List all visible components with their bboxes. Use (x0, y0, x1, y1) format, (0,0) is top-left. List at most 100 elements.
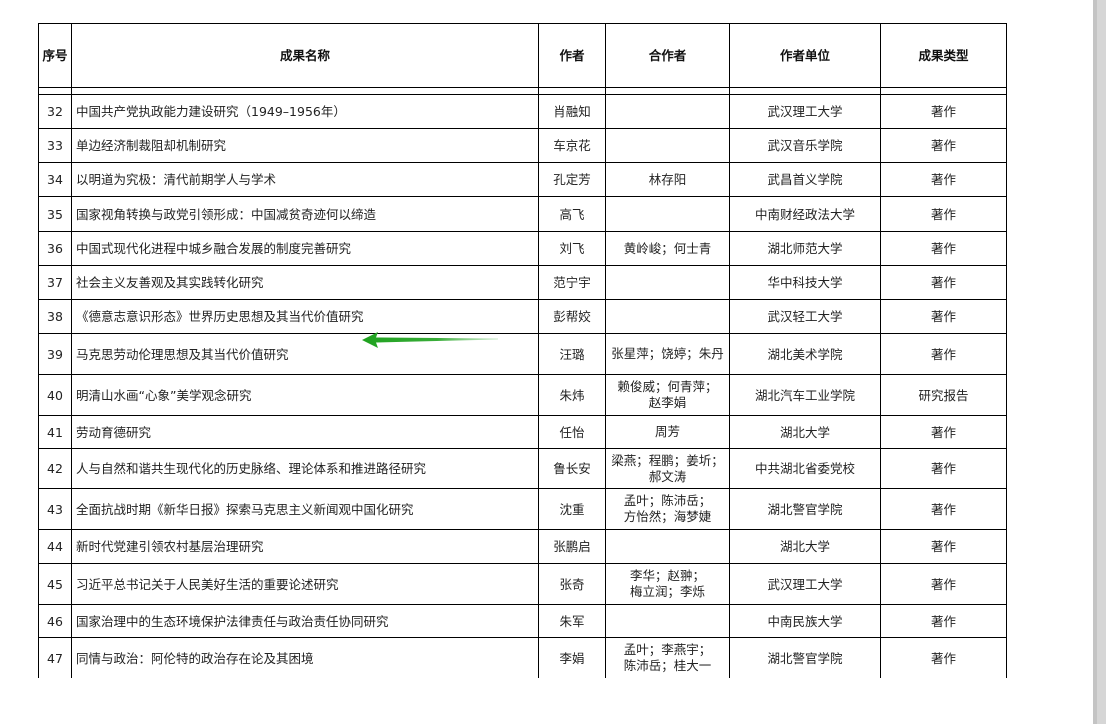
cell-type: 著作 (880, 333, 1007, 375)
cell-unit: 湖北汽车工业学院 (729, 374, 881, 416)
cell-title: 明清山水画“心象”美学观念研究 (71, 374, 539, 416)
coauthor-line: 梁燕；程鹏；姜圻； (611, 452, 724, 468)
cell-coauthors (605, 94, 730, 129)
table-row: 33 单边经济制裁阻却机制研究 车京花 武汉音乐学院 著作 (38, 128, 1007, 163)
coauthor-line: 赵李娟 (648, 395, 687, 410)
cell-type: 著作 (880, 299, 1007, 334)
table-row: 47 同情与政治：阿伦特的政治存在论及其困境 李娟 孟叶；李燕宇； 陈沛岳；桂大一 湖北警… (38, 637, 1007, 678)
cell-unit: 武昌首义学院 (729, 162, 881, 197)
cell-title: 单边经济制裁阻却机制研究 (71, 128, 539, 163)
coauthor-line: 陈沛岳；桂大一 (623, 658, 712, 673)
cell-unit: 湖北警官学院 (729, 637, 881, 678)
cell-index: 36 (38, 231, 72, 266)
cell-index: 38 (38, 299, 72, 334)
cell-type: 著作 (880, 637, 1007, 678)
cell-title: 《德意志意识形态》世界历史思想及其当代价值研究 (71, 299, 539, 334)
table-row: 39 马克思劳动伦理思想及其当代价值研究 汪璐 张星萍；饶婷；朱丹 湖北美术学院 著作 (38, 333, 1007, 375)
coauthor-line: 赖俊威；何青萍； (617, 379, 718, 394)
cell-type: 研究报告 (880, 374, 1007, 416)
cell-coauthors (605, 529, 730, 564)
cell-unit: 中南财经政法大学 (729, 196, 881, 232)
cell-title: 社会主义友善观及其实践转化研究 (71, 265, 539, 300)
cell-index: 37 (38, 265, 72, 300)
table-row: 36 中国式现代化进程中城乡融合发展的制度完善研究 刘飞 黄岭峻；何士青 湖北师范大学著… (38, 231, 1007, 266)
cell-author: 肖融知 (538, 94, 606, 129)
cell-author: 张鹏启 (538, 529, 606, 564)
cell-title: 同情与政治：阿伦特的政治存在论及其困境 (71, 637, 539, 678)
cell-author: 孔定芳 (538, 162, 606, 197)
table-row: 41 劳动育德研究 任怡 周芳 湖北大学 著作 (38, 415, 1007, 449)
cell-unit: 湖北师范大学 (729, 231, 881, 266)
cell-type: 著作 (880, 529, 1007, 564)
cell-title: 劳动育德研究 (71, 415, 539, 449)
table-row: 35 国家视角转换与政党引领形成：中国减贫奇迹何以缔造 高飞 中南财经政法大学 著作 (38, 196, 1007, 232)
vertical-scrollbar[interactable] (1093, 0, 1106, 724)
cell-unit: 湖北警官学院 (729, 488, 881, 530)
cell-title: 国家视角转换与政党引领形成：中国减贫奇迹何以缔造 (71, 196, 539, 232)
cell-coauthors: 黄岭峻；何士青 (605, 231, 730, 266)
table-row: 32 中国共产党执政能力建设研究（1949–1956年） 肖融知 武汉理工大学 著作 (38, 94, 1007, 129)
cell-author: 车京花 (538, 128, 606, 163)
header-unit: 作者单位 (729, 23, 881, 88)
cell-author: 范宁宇 (538, 265, 606, 300)
cell-author: 朱军 (538, 604, 606, 638)
table-row: 38 《德意志意识形态》世界历史思想及其当代价值研究 彭帮姣 武汉轻工大学 著作 (38, 299, 1007, 334)
cell-author: 任怡 (538, 415, 606, 449)
cell-title: 全面抗战时期《新华日报》探索马克思主义新闻观中国化研究 (71, 488, 539, 530)
cell-unit: 中共湖北省委党校 (729, 448, 881, 489)
cell-coauthors: 孟叶；陈沛岳； 方怡然；海梦婕 (605, 488, 730, 530)
table-row: 46 国家治理中的生态环境保护法律责任与政治责任协同研究 朱军 中南民族大学 著作 (38, 604, 1007, 638)
cell-coauthors (605, 299, 730, 334)
cell-coauthors: 孟叶；李燕宇； 陈沛岳；桂大一 (605, 637, 730, 678)
cell-title: 新时代党建引领农村基层治理研究 (71, 529, 539, 564)
coauthor-line: 林存阳 (648, 171, 687, 187)
cell-coauthors (605, 265, 730, 300)
cell-coauthors (605, 196, 730, 232)
cell-coauthors: 周芳 (605, 415, 730, 449)
coauthor-line: 孟叶；李燕宇； (623, 642, 712, 657)
cell-author: 张奇 (538, 563, 606, 605)
table-row: 37 社会主义友善观及其实践转化研究 范宁宇 华中科技大学 著作 (38, 265, 1007, 300)
table-row: 40 明清山水画“心象”美学观念研究 朱炜 赖俊威；何青萍； 赵李娟 湖北汽车工业学院 研究… (38, 374, 1007, 416)
cell-author: 李娟 (538, 637, 606, 678)
coauthor-line: 张星萍；饶婷；朱丹 (611, 346, 724, 361)
cell-unit: 武汉轻工大学 (729, 299, 881, 334)
cell-author: 刘飞 (538, 231, 606, 266)
table-body: 32 中国共产党执政能力建设研究（1949–1956年） 肖融知 武汉理工大学 著作 33… (38, 94, 1007, 678)
cell-author: 朱炜 (538, 374, 606, 416)
table-row: 45 习近平总书记关于人民美好生活的重要论述研究 张奇 李华；赵翀； 梅立润；李烁 武汉理… (38, 563, 1007, 605)
cell-type: 著作 (880, 604, 1007, 638)
cell-index: 45 (38, 563, 72, 605)
document-page: 序号 成果名称 作者 合作者 作者单位 成果类型 32 中国共产党执政能力建设研究… (0, 0, 1093, 724)
coauthor-line: 孟叶；陈沛岳； (623, 493, 712, 508)
cell-title: 中国式现代化进程中城乡融合发展的制度完善研究 (71, 231, 539, 266)
cell-author: 鲁长安 (538, 448, 606, 489)
table-row: 34 以明道为究极：清代前期学人与学术 孔定芳 林存阳 武昌首义学院 著作 (38, 162, 1007, 197)
cell-title: 国家治理中的生态环境保护法律责任与政治责任协同研究 (71, 604, 539, 638)
header-spacer-row (38, 87, 1007, 95)
cell-type: 著作 (880, 488, 1007, 530)
coauthor-line: 黄岭峻；何士青 (623, 240, 712, 256)
table-row: 42 人与自然和谐共生现代化的历史脉络、理论体系和推进路径研究 鲁长安 梁燕；程鹏；姜… (38, 448, 1007, 489)
cell-index: 32 (38, 94, 72, 129)
cell-index: 39 (38, 333, 72, 375)
cell-coauthors: 张星萍；饶婷；朱丹 (605, 333, 730, 375)
cell-type: 著作 (880, 128, 1007, 163)
cell-index: 41 (38, 415, 72, 449)
scrollbar-track-shade (1093, 0, 1097, 724)
cell-coauthors: 林存阳 (605, 162, 730, 197)
cell-author: 高飞 (538, 196, 606, 232)
header-index: 序号 (38, 23, 72, 88)
cell-coauthors: 梁燕；程鹏；姜圻； 郝文涛 (605, 448, 730, 489)
cell-index: 46 (38, 604, 72, 638)
awards-table: 序号 成果名称 作者 合作者 作者单位 成果类型 32 中国共产党执政能力建设研究… (38, 23, 1007, 678)
cell-index: 33 (38, 128, 72, 163)
cell-author: 汪璐 (538, 333, 606, 375)
header-author: 作者 (538, 23, 606, 88)
header-title: 成果名称 (71, 23, 539, 88)
cell-title: 习近平总书记关于人民美好生活的重要论述研究 (71, 563, 539, 605)
cell-unit: 湖北大学 (729, 529, 881, 564)
cell-title: 人与自然和谐共生现代化的历史脉络、理论体系和推进路径研究 (71, 448, 539, 489)
cell-index: 43 (38, 488, 72, 530)
cell-author: 沈重 (538, 488, 606, 530)
